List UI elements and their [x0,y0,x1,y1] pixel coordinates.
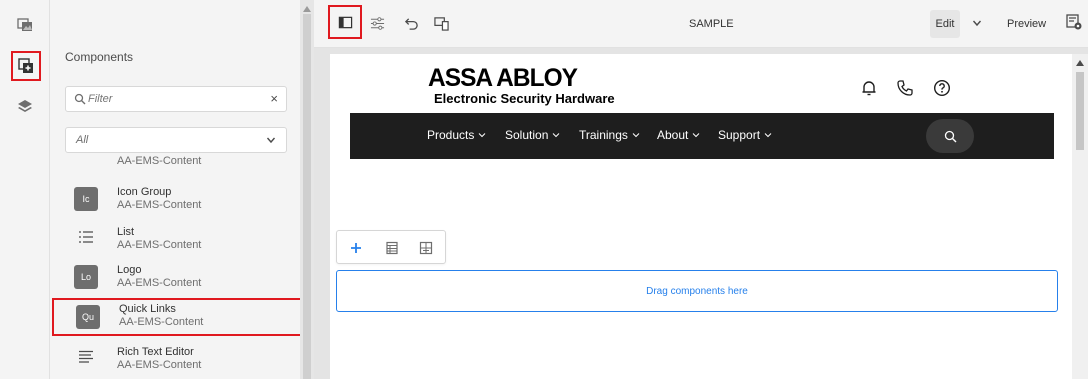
page-properties-button[interactable] [366,12,388,34]
nav-label: Solution [505,128,549,142]
component-group-select[interactable]: All [65,127,287,153]
brand-tagline: Electronic Security Hardware [434,91,615,106]
page-frame: ASSA ABLOY Electronic Security Hardware … [330,54,1072,379]
nav-label: Products [427,128,475,142]
toggle-side-panel-button[interactable] [328,5,362,39]
paste-button[interactable] [383,239,401,257]
assets-icon [17,18,32,31]
main-navigation: Products Solution Trainings About Suppor… [350,113,1054,159]
component-name: Icon Group [117,186,172,198]
brand-logo: ASSA ABLOY [428,64,578,92]
filter-field[interactable]: × [65,86,287,112]
add-icon [351,243,361,253]
panel-scrollbar-thumb[interactable] [303,14,311,379]
assets-button[interactable] [13,12,37,36]
side-rail [0,0,50,379]
list-item[interactable]: Lo Logo AA-EMS-Content [70,259,280,297]
side-panel-icon [338,16,352,28]
component-badge: Lo [74,265,98,289]
list-item-quick-links[interactable]: Qu Quick Links AA-EMS-Content [52,298,300,336]
page-scrollbar[interactable] [1072,54,1088,379]
nav-label: Trainings [579,128,628,142]
chevron-down-icon [693,133,700,138]
insert-component-button[interactable] [347,239,365,257]
component-list: AA-EMS-Content Ic Icon Group AA-EMS-Cont… [50,155,300,379]
bell-icon[interactable] [860,79,878,97]
scroll-up-arrow[interactable] [1076,60,1084,66]
filter-input[interactable] [88,91,258,107]
component-name: List [117,226,135,238]
structure-button[interactable] [417,239,435,257]
phone-icon[interactable] [896,79,914,97]
nav-item-solution[interactable]: Solution [505,128,560,142]
panel-title: Components [65,50,134,64]
text-align-icon [79,350,93,363]
preview-button[interactable]: Preview [1007,18,1046,30]
components-icon [18,58,33,73]
scroll-up-arrow[interactable] [303,6,311,12]
undo-button[interactable] [400,12,422,34]
sliders-icon [370,16,384,30]
component-group: AA-EMS-Content [117,277,202,289]
clear-icon[interactable]: × [270,91,278,106]
search-icon [74,93,86,105]
nav-label: About [657,128,689,142]
nav-item-support[interactable]: Support [718,128,772,142]
nav-item-about[interactable]: About [657,128,700,142]
layers-icon [18,100,32,112]
device-emulator-icon [433,16,449,31]
select-value: All [76,134,89,146]
components-button[interactable] [11,51,41,81]
component-name: Quick Links [119,303,176,315]
edit-mode-button[interactable]: Edit [930,10,960,38]
drop-zone[interactable]: Drag components here [336,270,1058,312]
chevron-down-icon [764,133,772,138]
chevron-down-icon [632,133,640,138]
chevron-down-icon [553,133,560,138]
editor-toolbar: SAMPLE Edit Preview [314,0,1088,48]
components-panel: Components × All AA-EMS-Content Ic Icon … [50,0,333,379]
component-name: Logo [117,264,142,276]
list-item[interactable]: Rich Text Editor AA-EMS-Content [70,341,280,379]
nav-item-trainings[interactable]: Trainings [579,128,640,142]
component-badge: Qu [76,305,100,329]
list-item[interactable]: List AA-EMS-Content [70,221,280,259]
site-search-button[interactable] [926,119,974,153]
grid-add-icon [419,241,433,255]
content-tree-button[interactable] [13,94,37,118]
chevron-down-icon [266,137,276,144]
component-group: AA-EMS-Content [117,359,202,371]
component-group: AA-EMS-Content [119,316,204,328]
layout-icon [386,241,398,255]
nav-label: Support [718,128,761,142]
component-group: AA-EMS-Content [117,155,202,167]
component-badge: Ic [74,187,98,211]
page-title: SAMPLE [689,18,734,30]
chevron-down-icon[interactable] [972,18,982,28]
component-insert-toolbar [336,230,446,264]
component-group: AA-EMS-Content [117,199,202,211]
component-name: Rich Text Editor [117,346,194,358]
list-icon [79,231,93,243]
page-scrollbar-thumb[interactable] [1076,72,1084,150]
help-icon[interactable] [933,79,951,97]
nav-item-products[interactable]: Products [427,128,486,142]
emulator-button[interactable] [430,12,452,34]
page-info-icon[interactable] [1066,14,1082,30]
search-icon [944,130,956,142]
list-item[interactable]: Ic Icon Group AA-EMS-Content [70,181,280,219]
component-group: AA-EMS-Content [117,239,202,251]
chevron-down-icon [479,133,486,138]
editor-canvas: ASSA ABLOY Electronic Security Hardware … [314,48,1088,379]
undo-icon [404,17,418,30]
panel-scrollbar[interactable] [300,0,314,379]
